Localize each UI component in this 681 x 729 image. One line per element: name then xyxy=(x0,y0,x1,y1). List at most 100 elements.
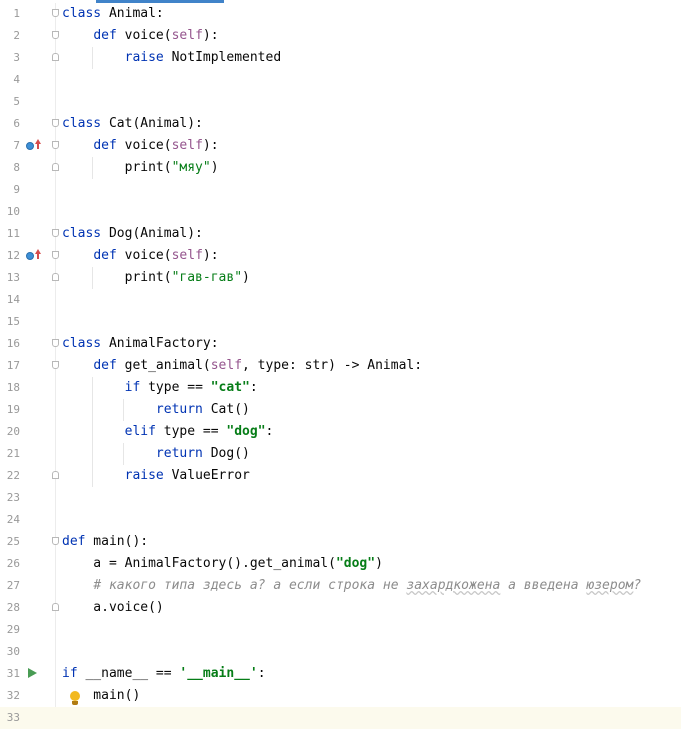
code-token: class xyxy=(62,116,102,131)
code-line[interactable]: 8 print("мяу") xyxy=(0,157,681,179)
code-line[interactable]: 1 class Animal: xyxy=(0,3,681,25)
code-token: class xyxy=(62,6,102,21)
fold-marker-icon[interactable] xyxy=(52,53,59,61)
code-text[interactable]: elif type == "dog": xyxy=(62,421,274,443)
code-line[interactable]: 21 return Dog() xyxy=(0,443,681,465)
code-line[interactable]: 6 class Cat(Animal): xyxy=(0,113,681,135)
code-line[interactable]: 12 def voice(self): xyxy=(0,245,681,267)
code-token: а введена xyxy=(500,578,587,593)
run-icon[interactable] xyxy=(28,668,37,678)
code-text[interactable]: a = AnimalFactory().get_animal("dog") xyxy=(62,553,383,575)
fold-marker-icon[interactable] xyxy=(52,603,59,611)
indent-guide xyxy=(92,157,94,179)
code-line[interactable]: 29 xyxy=(0,619,681,641)
line-number: 3 xyxy=(13,51,20,64)
fold-marker-icon[interactable] xyxy=(52,273,59,281)
fold-marker-icon[interactable] xyxy=(52,339,59,347)
code-line[interactable]: 33 xyxy=(0,707,681,729)
code-token: AnimalFactory: xyxy=(101,336,219,351)
code-text[interactable]: a.voice() xyxy=(62,597,163,619)
code-editor[interactable]: 1 class Animal: 2 def voice(self): 3 raise … xyxy=(0,3,681,729)
code-text[interactable]: def voice(self): xyxy=(62,25,218,47)
fold-marker-icon[interactable] xyxy=(52,537,59,545)
code-line[interactable]: 30 xyxy=(0,641,681,663)
line-number: 28 xyxy=(6,601,20,614)
code-token: type == xyxy=(155,424,227,439)
code-token: def xyxy=(93,248,117,263)
code-line[interactable]: 11 class Dog(Animal): xyxy=(0,223,681,245)
code-line[interactable]: 22 raise ValueError xyxy=(0,465,681,487)
fold-marker-icon[interactable] xyxy=(52,361,59,369)
code-text[interactable]: raise ValueError xyxy=(62,465,250,487)
code-line[interactable]: 14 xyxy=(0,289,681,311)
fold-marker-icon[interactable] xyxy=(52,163,59,171)
fold-marker-icon[interactable] xyxy=(52,119,59,127)
code-line[interactable]: 27 # какого типа здесь a? а если строка … xyxy=(0,575,681,597)
fold-marker-icon[interactable] xyxy=(52,229,59,237)
code-text[interactable]: def voice(self): xyxy=(62,135,218,157)
code-line[interactable]: 17 def get_animal(self, type: str) -> An… xyxy=(0,355,681,377)
line-number: 25 xyxy=(6,535,20,548)
code-text[interactable]: class Cat(Animal): xyxy=(62,113,203,135)
code-text[interactable]: return Dog() xyxy=(62,443,250,465)
code-line[interactable]: 26 a = AnimalFactory().get_animal("dog") xyxy=(0,553,681,575)
line-number: 29 xyxy=(6,623,20,636)
code-token: Cat() xyxy=(202,402,250,417)
override-icon[interactable] xyxy=(26,249,41,263)
code-text[interactable]: # какого типа здесь a? а если строка не … xyxy=(62,575,641,597)
code-line[interactable]: 4 xyxy=(0,69,681,91)
code-line[interactable]: 3 raise NotImplemented xyxy=(0,47,681,69)
code-text[interactable]: class Animal: xyxy=(62,3,164,25)
code-line[interactable]: 10 xyxy=(0,201,681,223)
code-line[interactable]: 5 xyxy=(0,91,681,113)
code-token: def xyxy=(62,534,86,549)
code-line[interactable]: 20 elif type == "dog": xyxy=(0,421,681,443)
override-icon[interactable] xyxy=(26,139,41,153)
code-line[interactable]: 18 if type == "cat": xyxy=(0,377,681,399)
code-token: if xyxy=(62,666,78,681)
code-line[interactable]: 15 xyxy=(0,311,681,333)
code-line[interactable]: 31 if __name__ == '__main__': xyxy=(0,663,681,685)
code-text[interactable]: def get_animal(self, type: str) -> Anima… xyxy=(62,355,422,377)
fold-marker-icon[interactable] xyxy=(52,141,59,149)
line-number: 23 xyxy=(6,491,20,504)
fold-marker-icon[interactable] xyxy=(52,471,59,479)
code-line[interactable]: 25 def main(): xyxy=(0,531,681,553)
line-number: 33 xyxy=(6,711,20,724)
code-text[interactable]: def main(): xyxy=(62,531,148,553)
code-text[interactable]: def voice(self): xyxy=(62,245,218,267)
code-line[interactable]: 28 a.voice() xyxy=(0,597,681,619)
code-line[interactable]: 19 return Cat() xyxy=(0,399,681,421)
fold-marker-icon[interactable] xyxy=(52,251,59,259)
code-token: class xyxy=(62,226,102,241)
code-line[interactable]: 24 xyxy=(0,509,681,531)
code-text[interactable]: print("мяу") xyxy=(62,157,219,179)
code-line[interactable]: 32 main() xyxy=(0,685,681,707)
code-line[interactable]: 9 xyxy=(0,179,681,201)
code-text[interactable]: raise NotImplemented xyxy=(62,47,282,69)
code-token: захардкожена xyxy=(406,578,501,593)
code-text[interactable]: if __name__ == '__main__': xyxy=(62,663,266,685)
code-text[interactable]: class AnimalFactory: xyxy=(62,333,219,355)
line-number: 31 xyxy=(6,667,20,680)
code-token: Dog() xyxy=(202,446,250,461)
line-number: 27 xyxy=(6,579,20,592)
lightbulb-icon[interactable] xyxy=(69,691,81,707)
code-line[interactable]: 13 print("гав-гав") xyxy=(0,267,681,289)
code-token: elif xyxy=(124,424,156,439)
fold-marker-icon[interactable] xyxy=(52,31,59,39)
code-line[interactable]: 2 def voice(self): xyxy=(0,25,681,47)
code-text[interactable]: return Cat() xyxy=(62,399,250,421)
code-token: , type: str) -> Animal: xyxy=(242,358,423,373)
code-line[interactable]: 7 def voice(self): xyxy=(0,135,681,157)
code-token: print( xyxy=(62,270,172,285)
line-number: 9 xyxy=(13,183,20,196)
line-number: 20 xyxy=(6,425,20,438)
code-text[interactable]: print("гав-гав") xyxy=(62,267,250,289)
fold-marker-icon[interactable] xyxy=(52,9,59,17)
code-line[interactable]: 23 xyxy=(0,487,681,509)
code-line[interactable]: 16 class AnimalFactory: xyxy=(0,333,681,355)
code-token: ) xyxy=(242,270,250,285)
code-text[interactable]: class Dog(Animal): xyxy=(62,223,203,245)
